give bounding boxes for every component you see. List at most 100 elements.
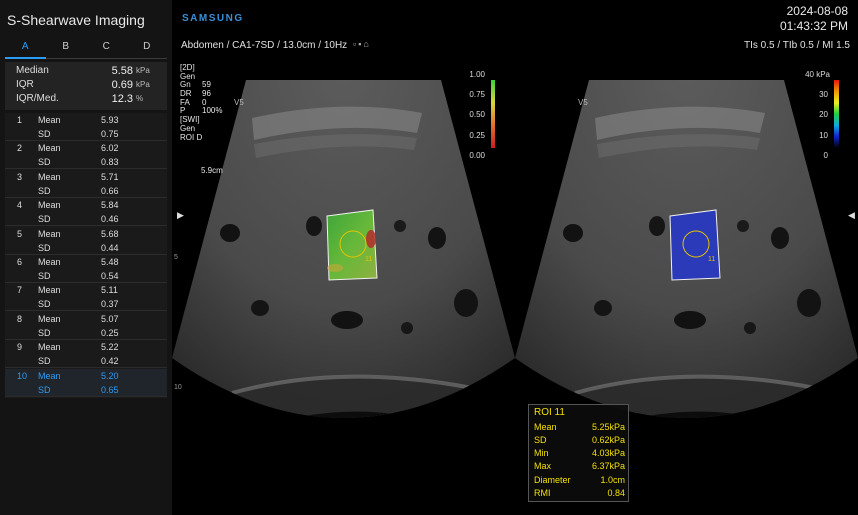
app-title: S-Shearwave Imaging [7, 12, 145, 28]
mean-label: Mean [38, 313, 61, 324]
median-unit: kPa [136, 66, 150, 75]
mean-label: Mean [38, 115, 61, 125]
elasticity-label-20: 20 [819, 110, 828, 119]
imaging-parameters: [2D] Gen Gn 59 DR 96 FA 0 P 100% [SWI] Gen ROI D [180, 63, 240, 142]
view-label-right: V5 [578, 98, 588, 107]
roi-number-left: 11 [365, 256, 372, 263]
sd-value: 0.83 [101, 157, 119, 168]
brand-logo: SAMSUNG [182, 13, 244, 24]
view-label-left: V5 [234, 98, 244, 107]
roi-min-row: Min 4.03kPa [534, 448, 625, 461]
thermal-mechanical-indices: TIs 0.5 / TIb 0.5 / MI 1.5 [744, 40, 850, 51]
iqr-label: IQR [16, 79, 34, 90]
sd-value: 0.46 [101, 214, 119, 225]
tab-c[interactable]: C [86, 39, 127, 59]
measurement-index: 7 [17, 285, 23, 296]
roi-min-value: 4.03kPa [591, 448, 625, 458]
mean-value: 5.48 [101, 257, 119, 267]
tab-d[interactable]: D [126, 39, 167, 59]
mean-value: 5.11 [101, 285, 118, 296]
exam-time: 01:43:32 PM [779, 19, 848, 33]
roi-max-label: Max [534, 461, 552, 471]
roi-readout-title: ROI 11 [534, 407, 565, 418]
sd-label: SD [38, 242, 51, 253]
mean-label: Mean [38, 285, 61, 296]
elasticity-colorbar-gradient [834, 80, 839, 148]
mean-value: 6.02 [101, 143, 119, 154]
measurement-row[interactable]: 1 Mean 5.93 SD 0.75 [5, 113, 167, 141]
measurement-row[interactable]: 9 Mean 5.22 SD 0.42 [5, 340, 167, 369]
measurement-index: 3 [17, 171, 23, 182]
roi-rmi-row: RMI 0.84 [534, 488, 625, 501]
sd-value: 0.65 [101, 384, 119, 395]
measurement-row[interactable]: 7 Mean 5.11 SD 0.37 [5, 283, 167, 312]
elasticity-label-30: 30 [819, 90, 828, 99]
sd-label: SD [38, 356, 51, 367]
sd-label: SD [38, 185, 51, 196]
roi-rmi-value: 0.84 [607, 488, 625, 498]
sd-value: 0.44 [101, 242, 119, 253]
roi-min-label: Min [534, 448, 549, 458]
median-row: Median 5.58 kPa [5, 65, 167, 79]
measurement-list: 1 Mean 5.93 SD 0.75 2 Mean 6.02 SD 0.83 3 Mean 5.71 S… [5, 113, 167, 398]
sd-label: SD [38, 299, 51, 310]
sd-label: SD [38, 214, 51, 225]
sd-label: SD [38, 384, 51, 395]
exam-date: 2024-08-08 [786, 4, 848, 18]
measurement-index: 10 [17, 370, 28, 381]
measurement-panel: S-Shearwave Imaging A B C D Median 5.58 … [0, 0, 172, 515]
measurement-index: 9 [17, 342, 23, 353]
measurement-index: 5 [17, 228, 23, 239]
sd-value: 0.37 [101, 299, 119, 310]
measurement-row[interactable]: 2 Mean 6.02 SD 0.83 [5, 141, 167, 170]
iqr-median-label: IQR/Med. [16, 93, 59, 104]
measurement-row[interactable]: 6 Mean 5.48 SD 0.54 [5, 255, 167, 283]
roi-diameter-row: Diameter 1.0cm [534, 475, 625, 488]
mean-value: 5.84 [101, 200, 119, 211]
measurement-index: 6 [17, 257, 23, 267]
measurement-row[interactable]: 3 Mean 5.71 SD 0.66 [5, 170, 167, 198]
iqr-median-value: 12.3 [111, 93, 133, 105]
mean-label: Mean [38, 342, 61, 353]
mean-label: Mean [38, 257, 61, 267]
median-label: Median [16, 65, 49, 76]
quality-label-000: 0.00 [469, 151, 485, 160]
tab-b[interactable]: B [45, 39, 86, 59]
measurement-row[interactable]: 8 Mean 5.07 SD 0.25 [5, 312, 167, 340]
measurement-row[interactable]: 5 Mean 5.68 SD 0.44 [5, 227, 167, 255]
roi-max-row: Max 6.37kPa [534, 461, 625, 474]
roi-diameter-value: 1.0cm [600, 475, 625, 485]
depth-tick-5: 5 [174, 254, 178, 261]
sd-label: SD [38, 129, 51, 139]
measurement-row[interactable]: 4 Mean 5.84 SD 0.46 [5, 198, 167, 227]
roi-max-value: 6.37kPa [591, 461, 625, 471]
param-key: ROI D [180, 132, 203, 142]
ultrasound-image-area[interactable]: 11 11 [172, 58, 858, 515]
right-depth-arrow-icon[interactable]: ◀ [848, 210, 855, 221]
mean-value: 5.20 [101, 370, 119, 381]
left-depth-arrow-icon[interactable]: ▶ [177, 210, 184, 221]
roi-sd-value: 0.62kPa [591, 435, 625, 445]
probe-status-icons: ▫▪⌂ [353, 39, 371, 49]
quality-label-025: 0.25 [469, 131, 485, 140]
tab-a[interactable]: A [5, 39, 46, 59]
quality-label-075: 0.75 [469, 90, 485, 99]
mean-label: Mean [38, 171, 61, 182]
measurement-index: 1 [17, 115, 23, 125]
measurement-row[interactable]: 10 Mean 5.20 SD 0.65 [5, 368, 167, 397]
iqr-median-row: IQR/Med. 12.3 % [5, 93, 167, 107]
param-value: 100% [202, 106, 223, 116]
sd-value: 0.42 [101, 356, 119, 367]
sd-value: 0.25 [101, 327, 119, 338]
roi-depth-value: 5.9cm [201, 166, 223, 175]
roi-diameter-label: Diameter [534, 475, 571, 485]
mean-value: 5.71 [101, 171, 119, 182]
iqr-value: 0.69 [111, 79, 133, 91]
sd-value: 0.75 [101, 129, 119, 139]
measurement-index: 2 [17, 143, 23, 154]
roi-mean-row: Mean 5.25kPa [534, 422, 625, 435]
iqr-row: IQR 0.69 kPa [5, 79, 167, 93]
sd-value: 0.66 [101, 185, 119, 196]
roi-mean-label: Mean [534, 422, 557, 432]
roi-readout-box: ROI 11 Mean 5.25kPa SD 0.62kPa Min 4.03k… [528, 404, 629, 502]
